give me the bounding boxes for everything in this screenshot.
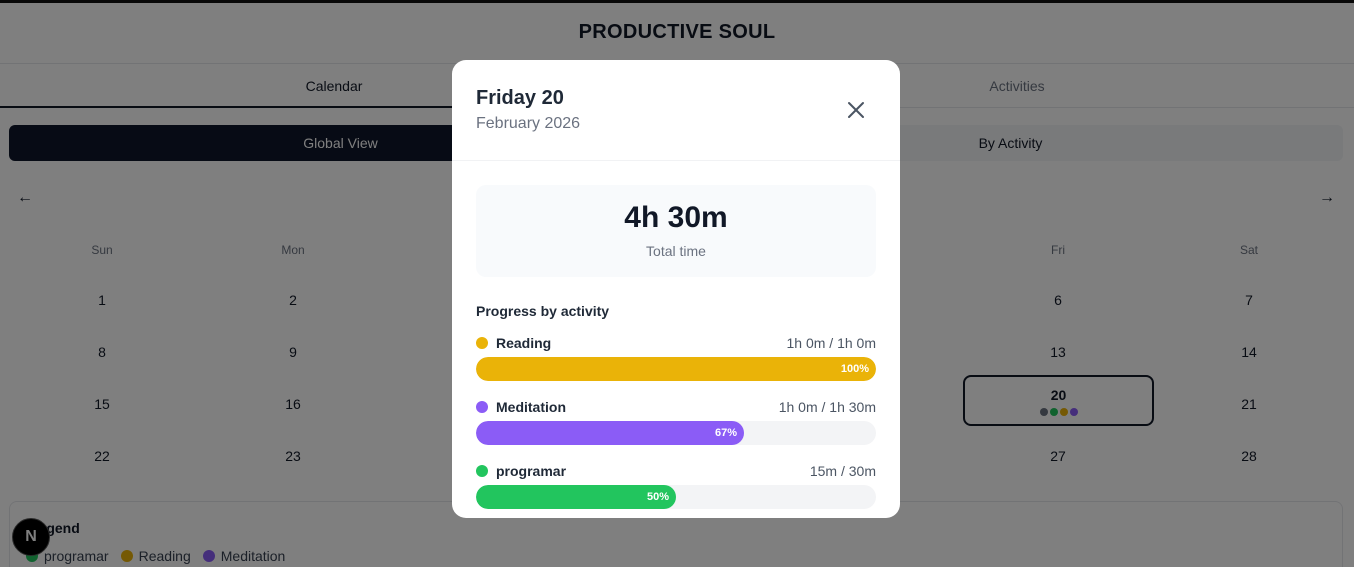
activity-time: 15m / 30m [809,463,876,479]
modal-day-title: Friday 20 [476,87,564,109]
activity-label: Reading [496,335,552,351]
modal-month-subtitle: February 2026 [476,115,581,132]
close-icon [848,102,864,118]
activity-color-dot [476,465,488,477]
progress-bar-track: 67% [476,421,876,445]
progress-bar-track: 50% [476,485,876,509]
activity-name: Reading [476,335,551,351]
activity-label: Meditation [496,399,566,415]
total-time-card: 4h 30m Total time [476,185,876,277]
activity-progress-item: Reading 1h 0m / 1h 0m 100% [476,335,876,391]
progress-bar-fill: 100% [476,357,876,381]
progress-percent: 67% [714,427,737,439]
activity-name: programar [476,463,566,479]
modal-header: Friday 20 February 2026 [452,60,900,161]
total-time-value: 4h 30m [624,201,728,234]
progress-bar-fill: 50% [476,485,676,509]
total-time-label: Total time [646,243,706,259]
activity-label: programar [496,463,567,479]
close-button[interactable] [842,96,870,124]
activity-color-dot [476,401,488,413]
activity-progress-item: Meditation 1h 0m / 1h 30m 67% [476,399,876,455]
day-detail-modal: Friday 20 February 2026 4h 30m Total tim… [452,60,900,518]
activity-progress-item: programar 15m / 30m 50% [476,463,876,518]
progress-bar-track: 100% [476,357,876,381]
activity-name: Meditation [476,399,566,415]
progress-bar-fill: 67% [476,421,744,445]
progress-percent: 50% [646,491,669,503]
progress-percent: 100% [840,363,869,375]
activity-time: 1h 0m / 1h 30m [778,399,876,415]
activity-color-dot [476,337,488,349]
activity-time: 1h 0m / 1h 0m [786,335,877,351]
progress-section-title: Progress by activity [476,303,610,319]
